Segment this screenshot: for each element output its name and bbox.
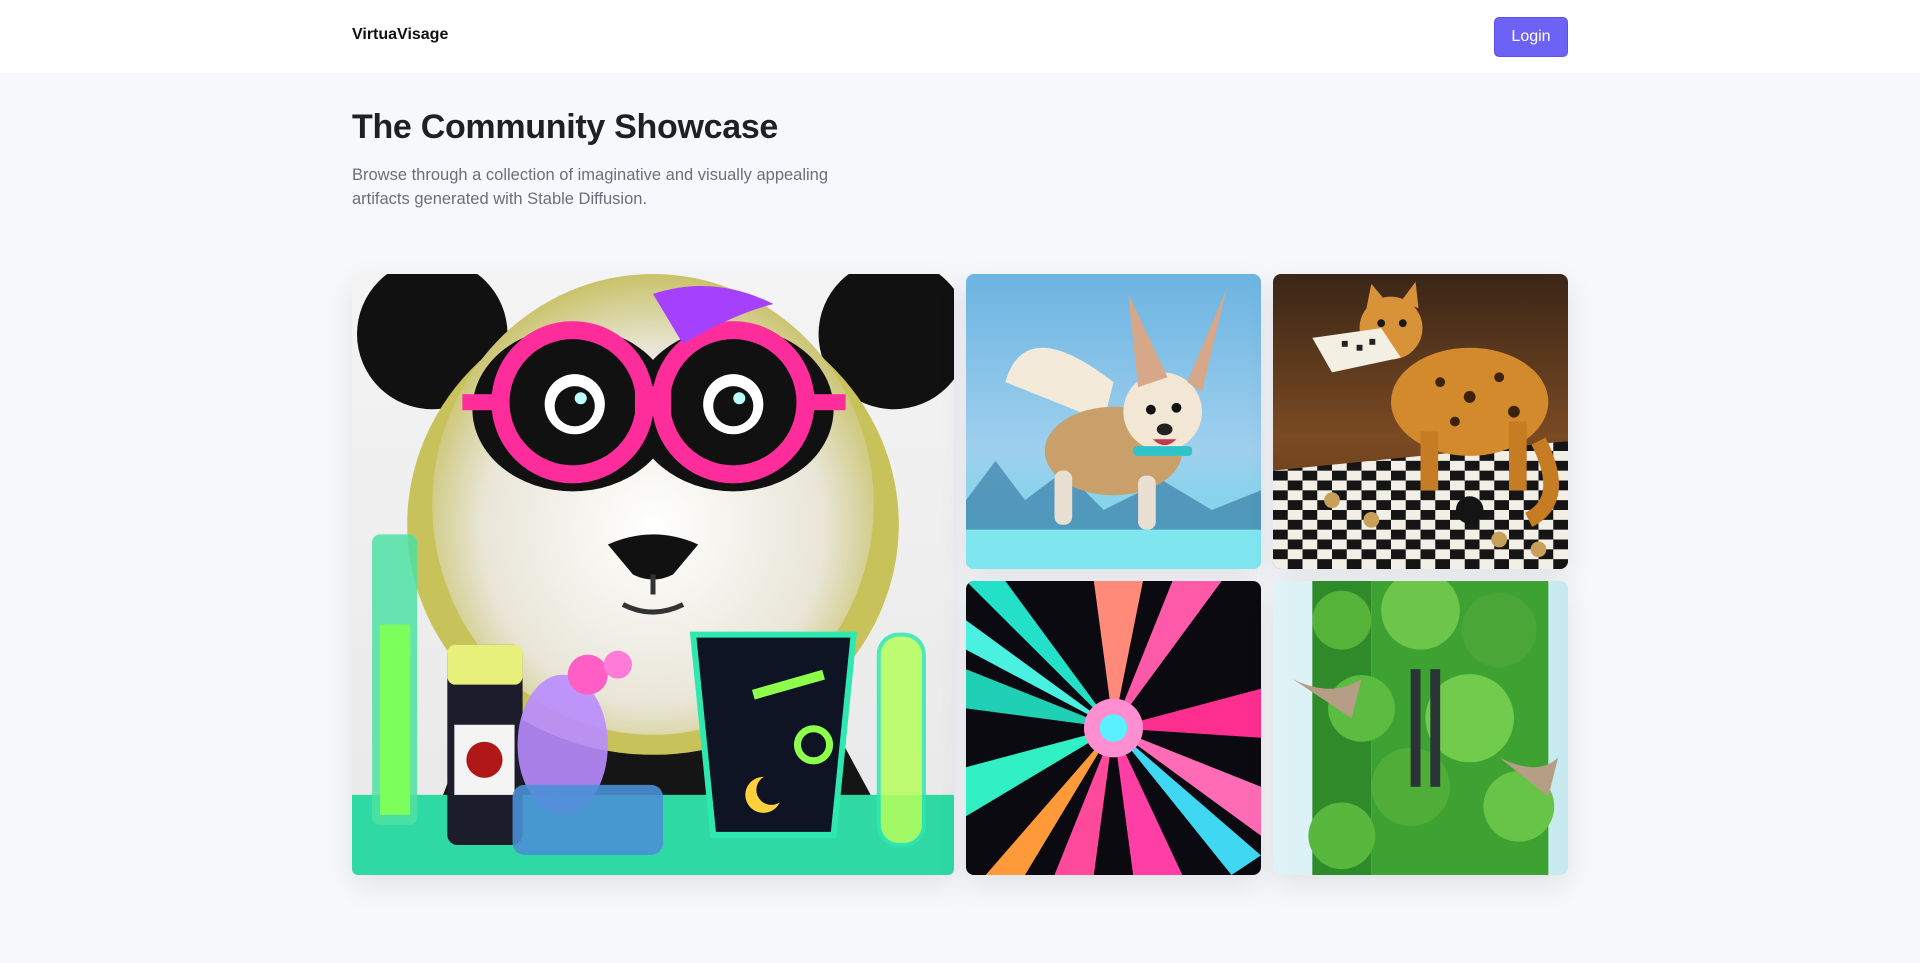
brand-logo[interactable]: VirtuaVisage — [352, 26, 448, 44]
gallery-image-color-burst[interactable] — [966, 581, 1261, 875]
login-button[interactable]: Login — [1494, 17, 1568, 57]
gallery-image-winged-fox-dog[interactable] — [966, 274, 1261, 569]
chess-cat-artwork — [1273, 274, 1568, 569]
gallery-image-chess-cat[interactable] — [1273, 274, 1568, 569]
winged-fox-dog-artwork — [966, 274, 1261, 569]
color-burst-artwork — [966, 581, 1261, 875]
navbar: VirtuaVisage Login — [0, 0, 1920, 73]
gallery-image-green-tower[interactable] — [1273, 581, 1568, 875]
page-subtitle: Browse through a collection of imaginati… — [352, 166, 829, 208]
gallery-image-panda-scientist[interactable] — [352, 274, 954, 875]
page-title: The Community Showcase — [352, 108, 779, 146]
panda-scientist-artwork — [352, 274, 954, 875]
green-tower-artwork — [1273, 581, 1568, 875]
